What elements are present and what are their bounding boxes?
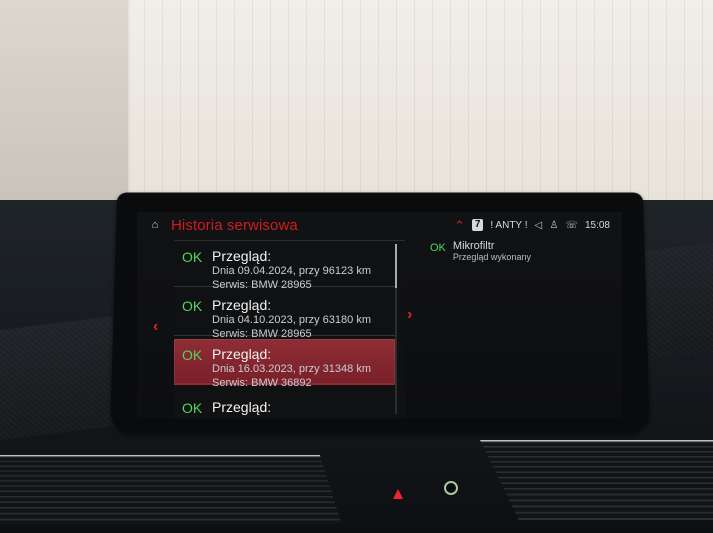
service-entry-text: Przegląd: Dnia 09.04.2024, przy 96123 km… — [212, 249, 371, 292]
speaker-muted-icon: ◁ — [534, 219, 543, 231]
service-entry-text: Przegląd: Dnia 04.10.2023, przy 63180 km… — [212, 298, 371, 341]
right-air-vent — [480, 440, 713, 520]
chevron-left-icon[interactable]: ‹ — [153, 319, 158, 335]
ok-status: OK — [182, 298, 203, 314]
service-entry-text: Przegląd: Dnia 16.03.2023, przy 31348 km… — [212, 347, 371, 390]
service-entry-date-mileage: Dnia 09.04.2024, przy 96123 km — [212, 265, 371, 277]
detail-subtitle: Przegląd wykonany — [452, 252, 531, 262]
screen-header: ⌂ Historia serwisowa ⌃ 7 ! ANTY ! ◁ ♙ ☏ … — [137, 212, 622, 238]
status-bar: ⌃ 7 ! ANTY ! ◁ ♙ ☏ 15:08 — [454, 219, 610, 232]
car-dashboard-photo: ⌂ Historia serwisowa ⌃ 7 ! ANTY ! ◁ ♙ ☏ … — [0, 0, 713, 533]
page-title: Historia serwisowa — [171, 216, 298, 234]
center-control-button[interactable] — [444, 481, 458, 495]
user-icon: ♙ — [549, 219, 559, 231]
service-list-item[interactable]: OK Przegląd: — [174, 392, 395, 418]
service-entry-date-mileage: Dnia 16.03.2023, przy 31348 km — [212, 363, 371, 375]
home-icon[interactable]: ⌂ — [147, 217, 163, 233]
service-detail-panel: OK Mikrofiltr Przegląd wykonany — [430, 240, 610, 310]
detail-title: Mikrofiltr — [452, 240, 495, 252]
left-air-vent — [0, 455, 342, 524]
status-text: ! ANTY ! — [490, 219, 528, 231]
detail-ok-status: OK — [430, 242, 446, 254]
service-history-list[interactable]: OK Przegląd: Dnia 09.04.2024, przy 96123… — [174, 240, 405, 418]
service-list-item[interactable]: OK Przegląd: Dnia 09.04.2024, przy 96123… — [174, 241, 395, 291]
service-list-item[interactable]: OK Przegląd: Dnia 04.10.2023, przy 63180… — [174, 290, 395, 340]
ok-status: OK — [182, 249, 203, 265]
service-entry-label: Przegląd: — [212, 297, 272, 313]
detail-text: Mikrofiltr Przegląd wykonany — [453, 240, 531, 263]
chevron-up-icon[interactable]: ⌃ — [454, 219, 465, 232]
ok-status: OK — [182, 400, 203, 416]
phone-icon: ☏ — [565, 219, 578, 231]
left-wall-panel — [0, 0, 130, 210]
service-entry-text: Przegląd: — [212, 400, 271, 415]
infotainment-screen: ⌂ Historia serwisowa ⌃ 7 ! ANTY ! ◁ ♙ ☏ … — [137, 212, 622, 418]
notification-badge: 7 — [471, 219, 484, 231]
service-entry-label: Przegląd: — [212, 346, 272, 362]
service-list-item-selected[interactable]: OK Przegląd: Dnia 16.03.2023, przy 31348… — [174, 339, 395, 389]
scrollbar-thumb[interactable] — [395, 244, 397, 288]
ok-status: OK — [182, 347, 203, 363]
hazard-triangle-icon[interactable]: ▲ — [389, 485, 407, 502]
chevron-right-icon[interactable]: › — [407, 307, 412, 323]
clock: 15:08 — [584, 219, 610, 231]
service-entry-date-mileage: Dnia 04.10.2023, przy 63180 km — [212, 314, 371, 326]
service-entry-label: Przegląd: — [212, 248, 272, 264]
service-entry-service: Serwis: BMW 36892 — [212, 377, 312, 389]
service-entry-label: Przegląd: — [212, 399, 272, 415]
